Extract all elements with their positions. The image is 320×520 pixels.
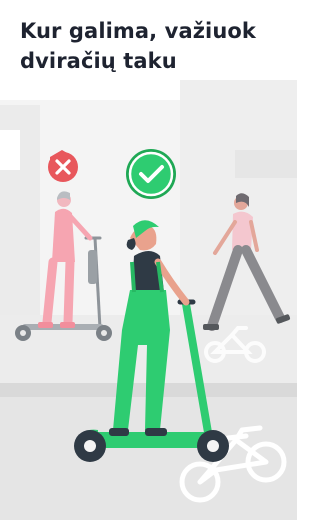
bike-lane-illustration [0, 0, 297, 520]
approved-status-icon [126, 149, 176, 199]
building-ledge [235, 150, 297, 178]
page-title-line-1: Kur galima, važiuok [20, 19, 256, 43]
page-title: Kur galima, važiuok dviračių taku [20, 16, 280, 76]
window-left [0, 130, 20, 170]
bike-lane-tip-screen: Kur galima, važiuok dviračių taku [0, 0, 297, 520]
page-title-line-2: dviračių taku [20, 49, 177, 73]
